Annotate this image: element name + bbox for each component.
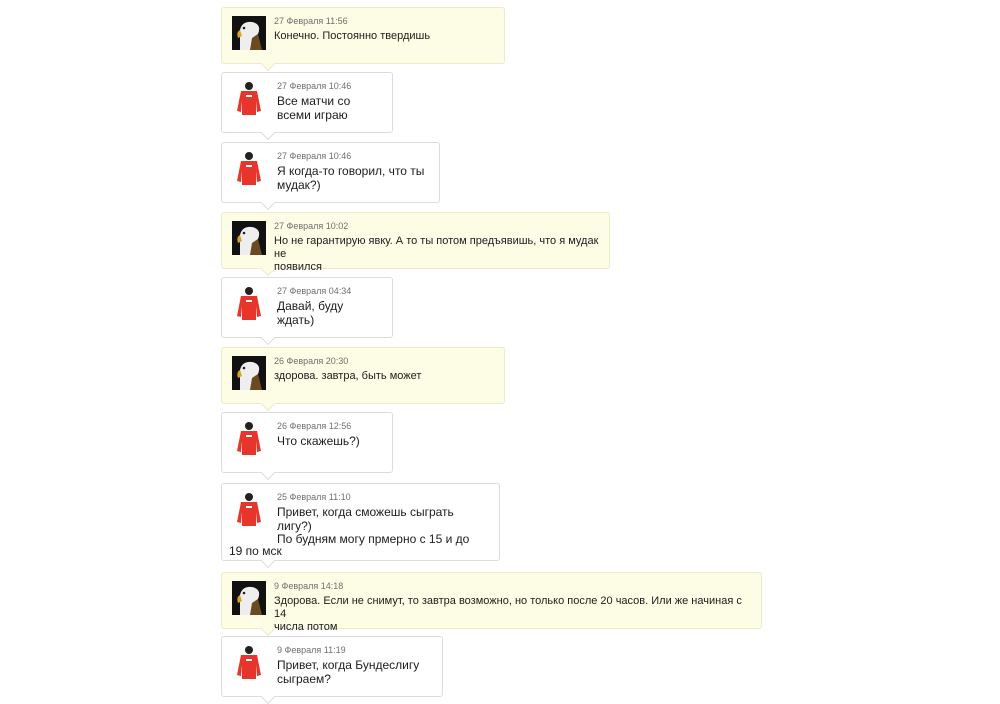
message-timestamp: 26 Февраля 20:30 xyxy=(274,356,349,366)
message-text: Конечно. Постоянно твердишь xyxy=(274,30,431,42)
message-text: Я когда-то говорил, что ты мудак?) xyxy=(277,164,425,192)
message-timestamp: 26 Февраля 12:56 xyxy=(277,421,352,431)
message-timestamp: 27 Февраля 10:46 xyxy=(277,81,352,91)
eagle-avatar-icon[interactable] xyxy=(232,221,266,255)
message-bubble: 27 Февраля 10:02 Но не гарантирую явку. … xyxy=(221,212,610,273)
message-timestamp: 27 Февраля 11:56 xyxy=(274,16,348,26)
red-jersey-avatar-icon[interactable] xyxy=(232,645,266,679)
message-text: здорова. завтра, быть может xyxy=(274,370,422,382)
message-bubble: 27 Февраля 04:34 Давай, буду ждать) xyxy=(221,277,393,338)
eagle-avatar-icon[interactable] xyxy=(232,16,266,50)
message-text-tail: 19 по мск xyxy=(229,544,282,558)
message-bubble: 27 Февраля 10:46 Все матчи со всеми игра… xyxy=(221,72,393,133)
message-text: Привет, когда сможешь сыграть лигу?) По … xyxy=(277,505,470,546)
message-bubble: 25 Февраля 11:10 Привет, когда сможешь с… xyxy=(221,483,500,561)
message-timestamp: 27 Февраля 10:46 xyxy=(277,151,352,161)
message-timestamp: 27 Февраля 10:02 xyxy=(274,221,349,231)
message-timestamp: 9 Февраля 11:19 xyxy=(277,645,346,655)
eagle-avatar-icon[interactable] xyxy=(232,581,266,615)
message-text: Давай, буду ждать) xyxy=(277,299,344,327)
red-jersey-avatar-icon[interactable] xyxy=(232,151,266,185)
message-bubble: 26 Февраля 12:56 Что скажешь?) xyxy=(221,412,393,473)
message-text: Но не гарантирую явку. А то ты потом пре… xyxy=(274,235,599,273)
message-bubble: 27 Февраля 10:46 Я когда-то говорил, что… xyxy=(221,142,440,203)
message-text: Привет, когда Бундеслигу сыграем? xyxy=(277,658,420,686)
message-text: Все матчи со всеми играю xyxy=(277,94,351,122)
red-jersey-avatar-icon[interactable] xyxy=(232,492,266,526)
message-text: Здорова. Если не снимут, то завтра возмо… xyxy=(274,595,742,633)
message-bubble: 27 Февраля 11:56 Конечно. Постоянно твер… xyxy=(221,7,505,64)
red-jersey-avatar-icon[interactable] xyxy=(232,81,266,115)
message-bubble: 26 Февраля 20:30 здорова. завтра, быть м… xyxy=(221,347,505,404)
message-bubble: 9 Февраля 14:18 Здорова. Если не снимут,… xyxy=(221,572,762,633)
red-jersey-avatar-icon[interactable] xyxy=(232,286,266,320)
eagle-avatar-icon[interactable] xyxy=(232,356,266,390)
message-timestamp: 9 Февраля 14:18 xyxy=(274,581,344,591)
message-text: Что скажешь?) xyxy=(277,434,360,448)
red-jersey-avatar-icon[interactable] xyxy=(232,421,266,455)
message-bubble: 9 Февраля 11:19 Привет, когда Бундеслигу… xyxy=(221,636,443,697)
message-timestamp: 25 Февраля 11:10 xyxy=(277,492,351,502)
message-timestamp: 27 Февраля 04:34 xyxy=(277,286,352,296)
